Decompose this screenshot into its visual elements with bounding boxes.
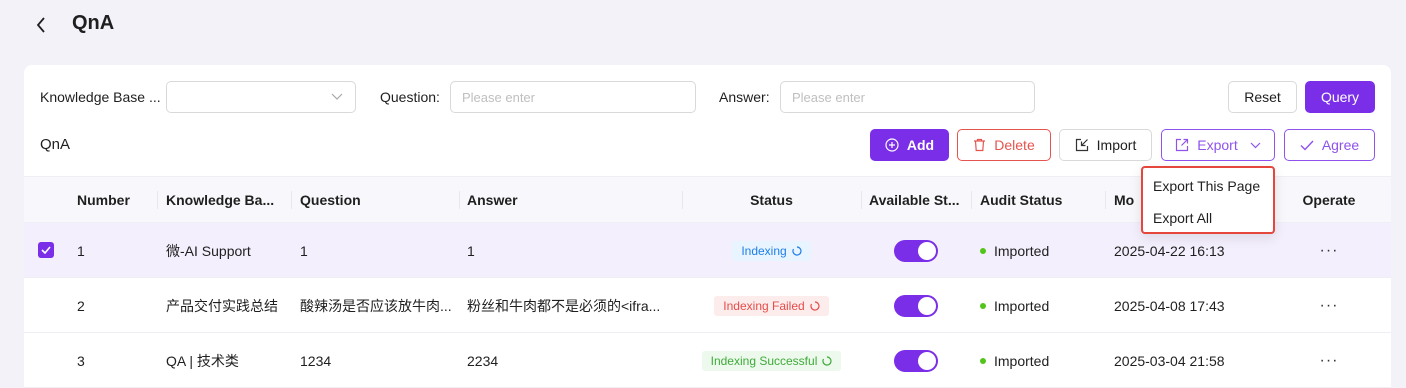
more-icon[interactable]: ··· [1320,352,1339,370]
export-label: Export [1197,137,1238,153]
cell-question: 1234 [300,352,332,369]
audit-text: Imported [994,242,1050,259]
available-toggle[interactable] [894,349,938,372]
cell-knowledge-base: 微-AI Support [166,242,251,259]
column-header-answer[interactable]: Answer [467,177,667,223]
chevron-down-icon [1250,142,1261,148]
loading-icon [810,300,820,311]
cell-status: Indexing Successful [682,333,861,388]
table-row[interactable]: 3 QA | 技术类 1234 2234 Indexing Successful… [24,333,1391,388]
column-header-status[interactable]: Status [682,177,861,223]
cell-number: 3 [77,352,85,369]
answer-label: Answer: [719,89,770,105]
column-header-number[interactable]: Number [77,177,157,223]
audit-text: Imported [994,297,1050,314]
loading-icon [792,245,802,256]
chevron-down-icon [331,93,343,100]
question-label: Question: [380,89,440,105]
column-header-audit-status[interactable]: Audit Status [980,177,1105,223]
delete-label: Delete [994,137,1035,153]
export-icon [1176,138,1189,152]
section-title: QnA [40,136,71,153]
export-this-page-option[interactable]: Export This Page [1143,170,1273,202]
column-header-operate: Operate [1302,192,1356,208]
import-icon [1075,138,1088,152]
answer-placeholder: Please enter [792,89,865,105]
status-badge: Indexing Failed [714,295,829,316]
answer-input[interactable]: Please enter [780,81,1035,113]
cell-audit-status: Imported [980,333,1105,388]
knowledge-base-label: Knowledge Base ... [40,89,161,105]
back-icon[interactable] [32,14,50,36]
import-label: Import [1096,137,1137,153]
cell-available [894,278,954,333]
question-input[interactable]: Please enter [450,81,696,113]
add-button[interactable]: Add [870,129,949,161]
status-dot [980,247,986,254]
cell-status: Indexing Failed [682,278,861,333]
status-dot [980,302,986,309]
status-text: Indexing Failed [723,298,805,313]
cell-answer: 粉丝和牛肉都不是必须的<ifra... [467,297,661,314]
export-all-option[interactable]: Export All [1143,202,1273,234]
cell-operate: ··· [1269,278,1389,333]
cell-status: Indexing [682,223,861,278]
cell-audit-status: Imported [980,223,1105,278]
knowledge-base-select[interactable] [166,81,356,113]
cell-operate: ··· [1269,223,1389,278]
more-icon[interactable]: ··· [1320,297,1339,315]
audit-text: Imported [994,352,1050,369]
agree-button[interactable]: Agree [1284,129,1375,161]
question-placeholder: Please enter [462,89,535,105]
cell-available [894,333,954,388]
cell-available [894,223,954,278]
page-title: QnA [72,12,115,34]
check-icon [1300,140,1314,151]
status-badge: Indexing [732,240,811,261]
status-text: Indexing Successful [710,353,818,368]
table-row[interactable]: 2 产品交付实践总结 酸辣汤是否应该放牛肉... 粉丝和牛肉都不是必须的<ifr… [24,278,1391,333]
trash-icon [974,138,986,152]
cell-answer: 2234 [467,352,499,369]
cell-question: 1 [300,242,308,259]
column-header-knowledge-base[interactable]: Knowledge Ba... [166,177,291,223]
check-icon [41,246,51,254]
cell-knowledge-base: 产品交付实践总结 [166,297,278,314]
column-header-available-status[interactable]: Available St... [869,177,971,223]
agree-label: Agree [1321,137,1360,153]
reset-button[interactable]: Reset [1228,81,1297,113]
cell-number: 1 [77,242,85,259]
cell-answer: 1 [467,242,475,259]
cell-modified: 2025-04-08 17:43 [1114,297,1225,314]
available-toggle[interactable] [894,294,938,317]
status-text: Indexing [741,243,787,258]
cell-knowledge-base: QA | 技术类 [166,352,239,369]
row-checkbox[interactable] [38,242,54,258]
add-label: Add [906,137,935,153]
status-dot [980,357,986,364]
page-header: QnA [0,0,1406,50]
cell-modified: 2025-03-04 21:58 [1114,352,1225,369]
delete-button[interactable]: Delete [957,129,1051,161]
cell-audit-status: Imported [980,278,1105,333]
column-header-question[interactable]: Question [300,177,459,223]
import-button[interactable]: Import [1059,129,1152,161]
plus-circle-icon [885,138,899,152]
export-button[interactable]: Export [1161,129,1275,161]
cell-number: 2 [77,297,85,314]
available-toggle[interactable] [894,239,938,262]
query-button[interactable]: Query [1305,81,1375,113]
cell-operate: ··· [1269,333,1389,388]
status-badge: Indexing Successful [701,350,842,371]
export-dropdown-menu: Export This Page Export All [1141,166,1275,234]
loading-icon [822,355,832,366]
cell-question: 酸辣汤是否应该放牛肉... [300,297,452,314]
more-icon[interactable]: ··· [1320,242,1339,260]
